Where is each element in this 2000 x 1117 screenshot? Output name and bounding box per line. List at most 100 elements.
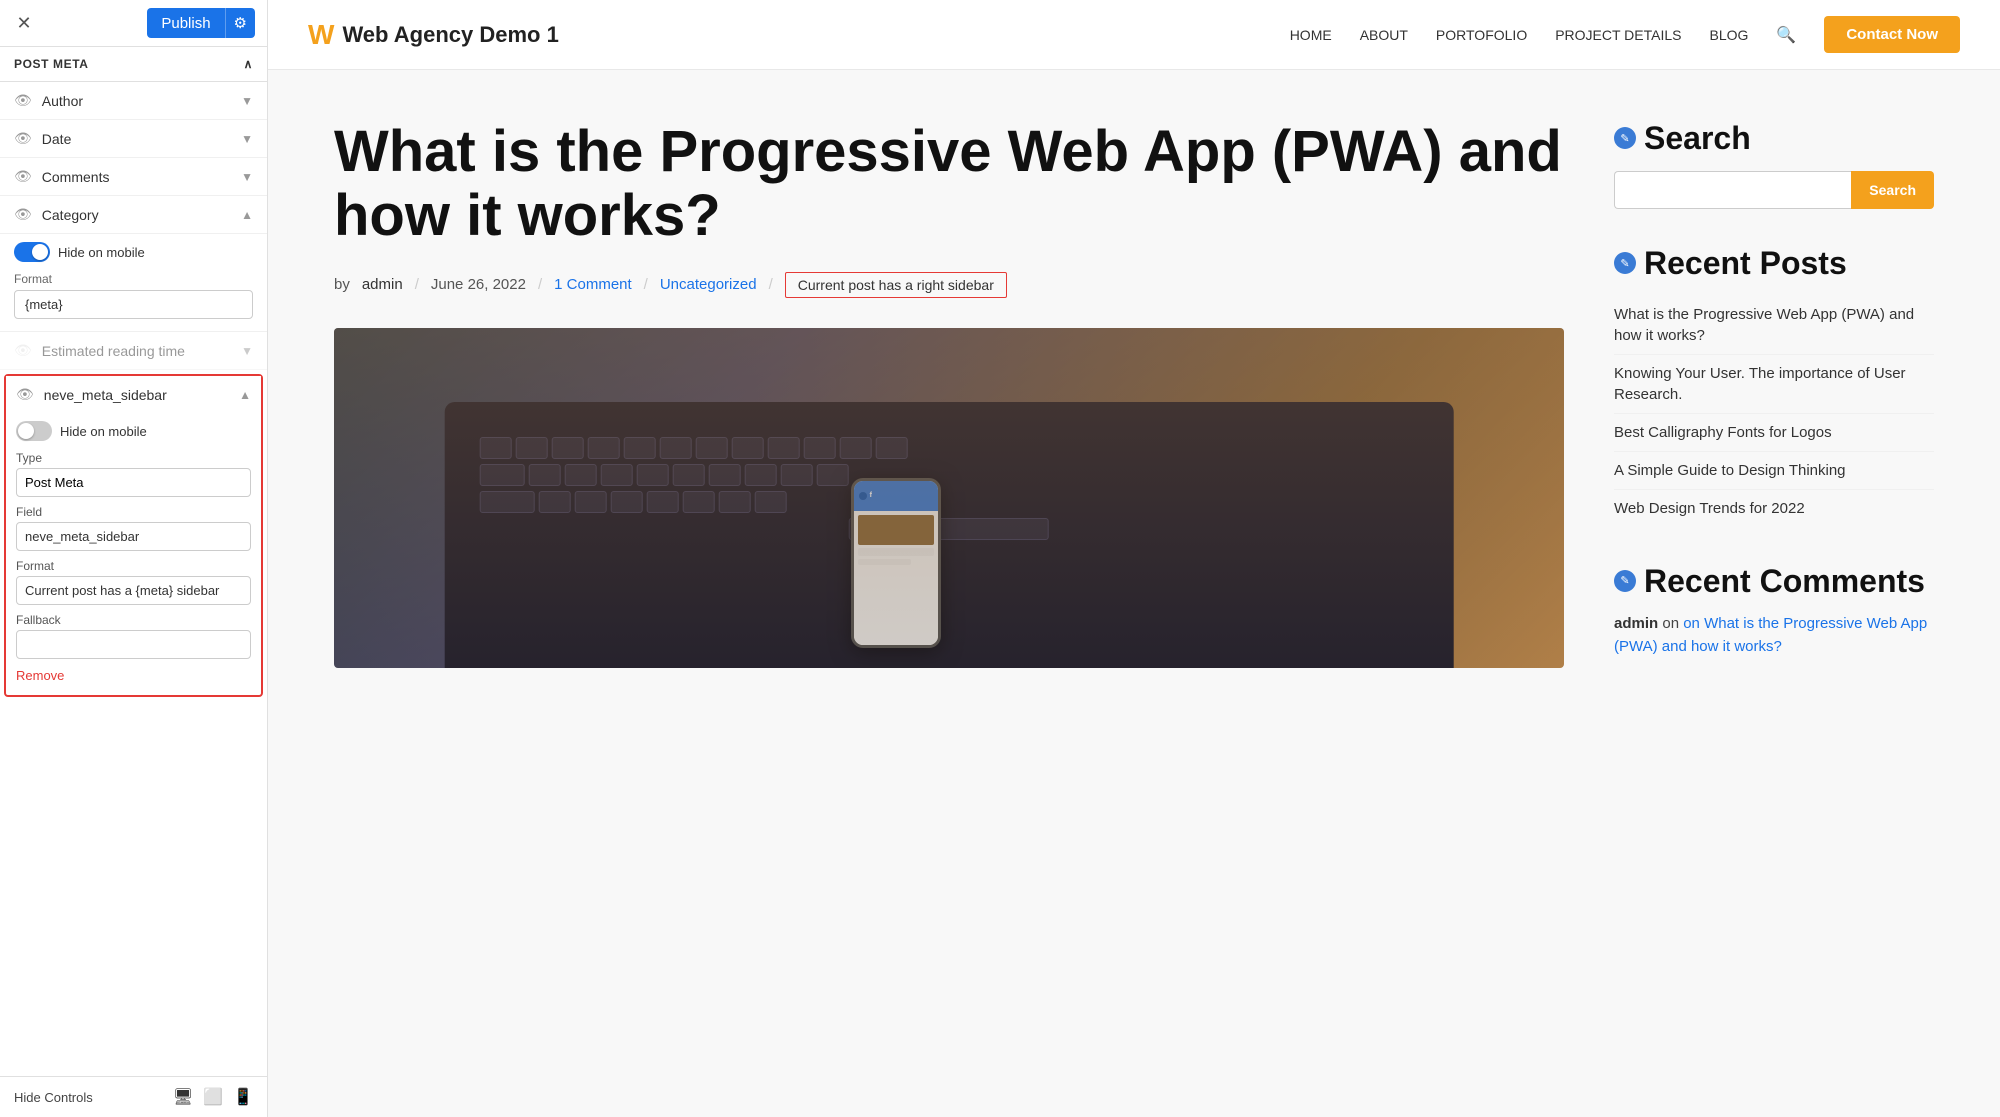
article-title: What is the Progressive Web App (PWA) an… [334,120,1564,248]
site-nav: HOME ABOUT PORTOFOLIO PROJECT DETAILS BL… [1290,16,1960,53]
search-widget-title: Search [1644,120,1751,157]
date-label: Date [42,131,72,147]
estimated-chevron: ▼ [241,344,253,358]
comments-label: Comments [42,169,110,185]
estimated-reading-label: Estimated reading time [42,343,185,359]
neve-visibility-icon[interactable]: 👁 [16,386,34,403]
mobile-view-icon[interactable]: 📱 [233,1087,253,1107]
search-input[interactable] [1614,171,1851,209]
tablet-view-icon[interactable]: ⬜ [203,1087,223,1107]
article-date: June 26, 2022 [431,276,526,293]
site-logo: W Web Agency Demo 1 [308,19,559,51]
hide-controls-button[interactable]: Hide Controls [14,1090,93,1105]
author-item[interactable]: 👁 Author ▼ [0,82,267,120]
recent-comment-text: admin on on What is the Progressive Web … [1614,613,1934,658]
neve-meta-sidebar-section: 👁 neve_meta_sidebar ▲ Hide on mobile Typ… [4,374,263,697]
recent-post-item[interactable]: Best Calligraphy Fonts for Logos [1614,414,1934,452]
neve-hide-mobile-toggle[interactable] [16,421,52,441]
type-select[interactable]: Post Meta Custom Field ACF Field [16,468,251,497]
category-format-input[interactable] [14,290,253,319]
date-visibility-icon[interactable]: 👁 [14,130,32,147]
comment-on: on [1662,615,1683,632]
estimated-visibility-icon[interactable]: 👁 [14,342,32,359]
author-label: Author [42,93,83,109]
recent-comments-widget-icon: ✎ [1614,570,1636,592]
category-expanded: Hide on mobile Format [0,234,267,332]
search-row: Search [1614,171,1934,209]
logo-text: Web Agency Demo 1 [342,22,558,48]
hide-controls-label: Hide Controls [14,1090,93,1105]
post-meta-header: POST META ∧ [0,47,267,82]
view-icons: 🖥 ⬜ 📱 [173,1087,253,1107]
category-hide-mobile-toggle[interactable] [14,242,50,262]
collapse-icon[interactable]: ∧ [244,57,253,71]
top-bar: ✕ Publish ⚙ [0,0,267,47]
category-chevron: ▲ [241,208,253,222]
panel-scroll: 👁 Author ▼ 👁 Date ▼ 👁 Comments ▼ 👁 [0,82,267,1076]
article-meta: by admin / June 26, 2022 / 1 Comment / U… [334,272,1564,298]
article-main: What is the Progressive Web App (PWA) an… [334,120,1564,694]
comments-item[interactable]: 👁 Comments ▼ [0,158,267,196]
recent-posts-widget: ✎ Recent Posts What is the Progressive W… [1614,245,1934,527]
site-header: W Web Agency Demo 1 HOME ABOUT PORTOFOLI… [268,0,2000,70]
fallback-field-group: Fallback [16,613,251,659]
comments-visibility-icon[interactable]: 👁 [14,168,32,185]
category-label: Category [42,207,99,223]
remove-link[interactable]: Remove [16,668,64,683]
neve-format-label: Format [16,559,251,573]
neve-chevron: ▲ [239,388,251,402]
publish-button[interactable]: Publish ⚙ [147,8,255,38]
neve-format-input[interactable] [16,576,251,605]
fallback-label: Fallback [16,613,251,627]
article-layout: What is the Progressive Web App (PWA) an… [294,70,1974,744]
field-input[interactable] [16,522,251,551]
author-visibility-icon[interactable]: 👁 [14,92,32,109]
nav-project-details[interactable]: PROJECT DETAILS [1555,27,1681,43]
publish-settings-icon[interactable]: ⚙ [225,8,255,38]
neve-toggle-label: Hide on mobile [60,424,147,439]
date-item[interactable]: 👁 Date ▼ [0,120,267,158]
estimated-reading-item[interactable]: 👁 Estimated reading time ▼ [0,332,267,370]
category-format-label: Format [14,272,253,286]
neve-body: Hide on mobile Type Post Meta Custom Fie… [6,413,261,695]
recent-post-item[interactable]: Knowing Your User. The importance of Use… [1614,355,1934,414]
nav-search-icon[interactable]: 🔍 [1776,25,1796,45]
nav-portfolio[interactable]: PORTOFOLIO [1436,27,1527,43]
type-field-group: Type Post Meta Custom Field ACF Field [16,451,251,497]
main-content: W Web Agency Demo 1 HOME ABOUT PORTOFOLI… [268,0,2000,1117]
recent-post-item[interactable]: Web Design Trends for 2022 [1614,490,1934,527]
category-toggle-label: Hide on mobile [58,245,145,260]
comment-author[interactable]: admin [1614,615,1658,632]
recent-posts-widget-icon: ✎ [1614,252,1636,274]
contact-button[interactable]: Contact Now [1824,16,1960,53]
nav-home[interactable]: HOME [1290,27,1332,43]
category-item[interactable]: 👁 Category ▲ [0,196,267,234]
publish-label: Publish [147,9,224,38]
neve-label: neve_meta_sidebar [44,387,167,403]
type-label: Type [16,451,251,465]
search-widget-icon: ✎ [1614,127,1636,149]
date-chevron: ▼ [241,132,253,146]
bottom-bar: Hide Controls 🖥 ⬜ 📱 [0,1076,267,1117]
category-visibility-icon[interactable]: 👁 [14,206,32,223]
logo-icon: W [308,19,334,51]
desktop-view-icon[interactable]: 🖥 [173,1087,193,1107]
nav-blog[interactable]: BLOG [1710,27,1749,43]
recent-posts-title: Recent Posts [1644,245,1847,282]
article-category[interactable]: Uncategorized [660,276,757,293]
fallback-input[interactable] [16,630,251,659]
recent-post-item[interactable]: What is the Progressive Web App (PWA) an… [1614,296,1934,355]
article-author[interactable]: admin [362,276,403,293]
sidebar-badge: Current post has a right sidebar [785,272,1007,298]
recent-comments-title: Recent Comments [1644,563,1925,600]
article-image: document.write('') [334,328,1564,668]
close-button[interactable]: ✕ [12,11,36,35]
article-comments[interactable]: 1 Comment [554,276,632,293]
article-sidebar: ✎ Search Search ✎ Recent Posts What is t… [1614,120,1934,694]
search-button[interactable]: Search [1851,171,1934,209]
comments-chevron: ▼ [241,170,253,184]
nav-about[interactable]: ABOUT [1360,27,1408,43]
recent-post-item[interactable]: A Simple Guide to Design Thinking [1614,452,1934,490]
field-field-group: Field [16,505,251,551]
comment-link[interactable]: on What is the Progressive Web App (PWA)… [1614,615,1927,655]
